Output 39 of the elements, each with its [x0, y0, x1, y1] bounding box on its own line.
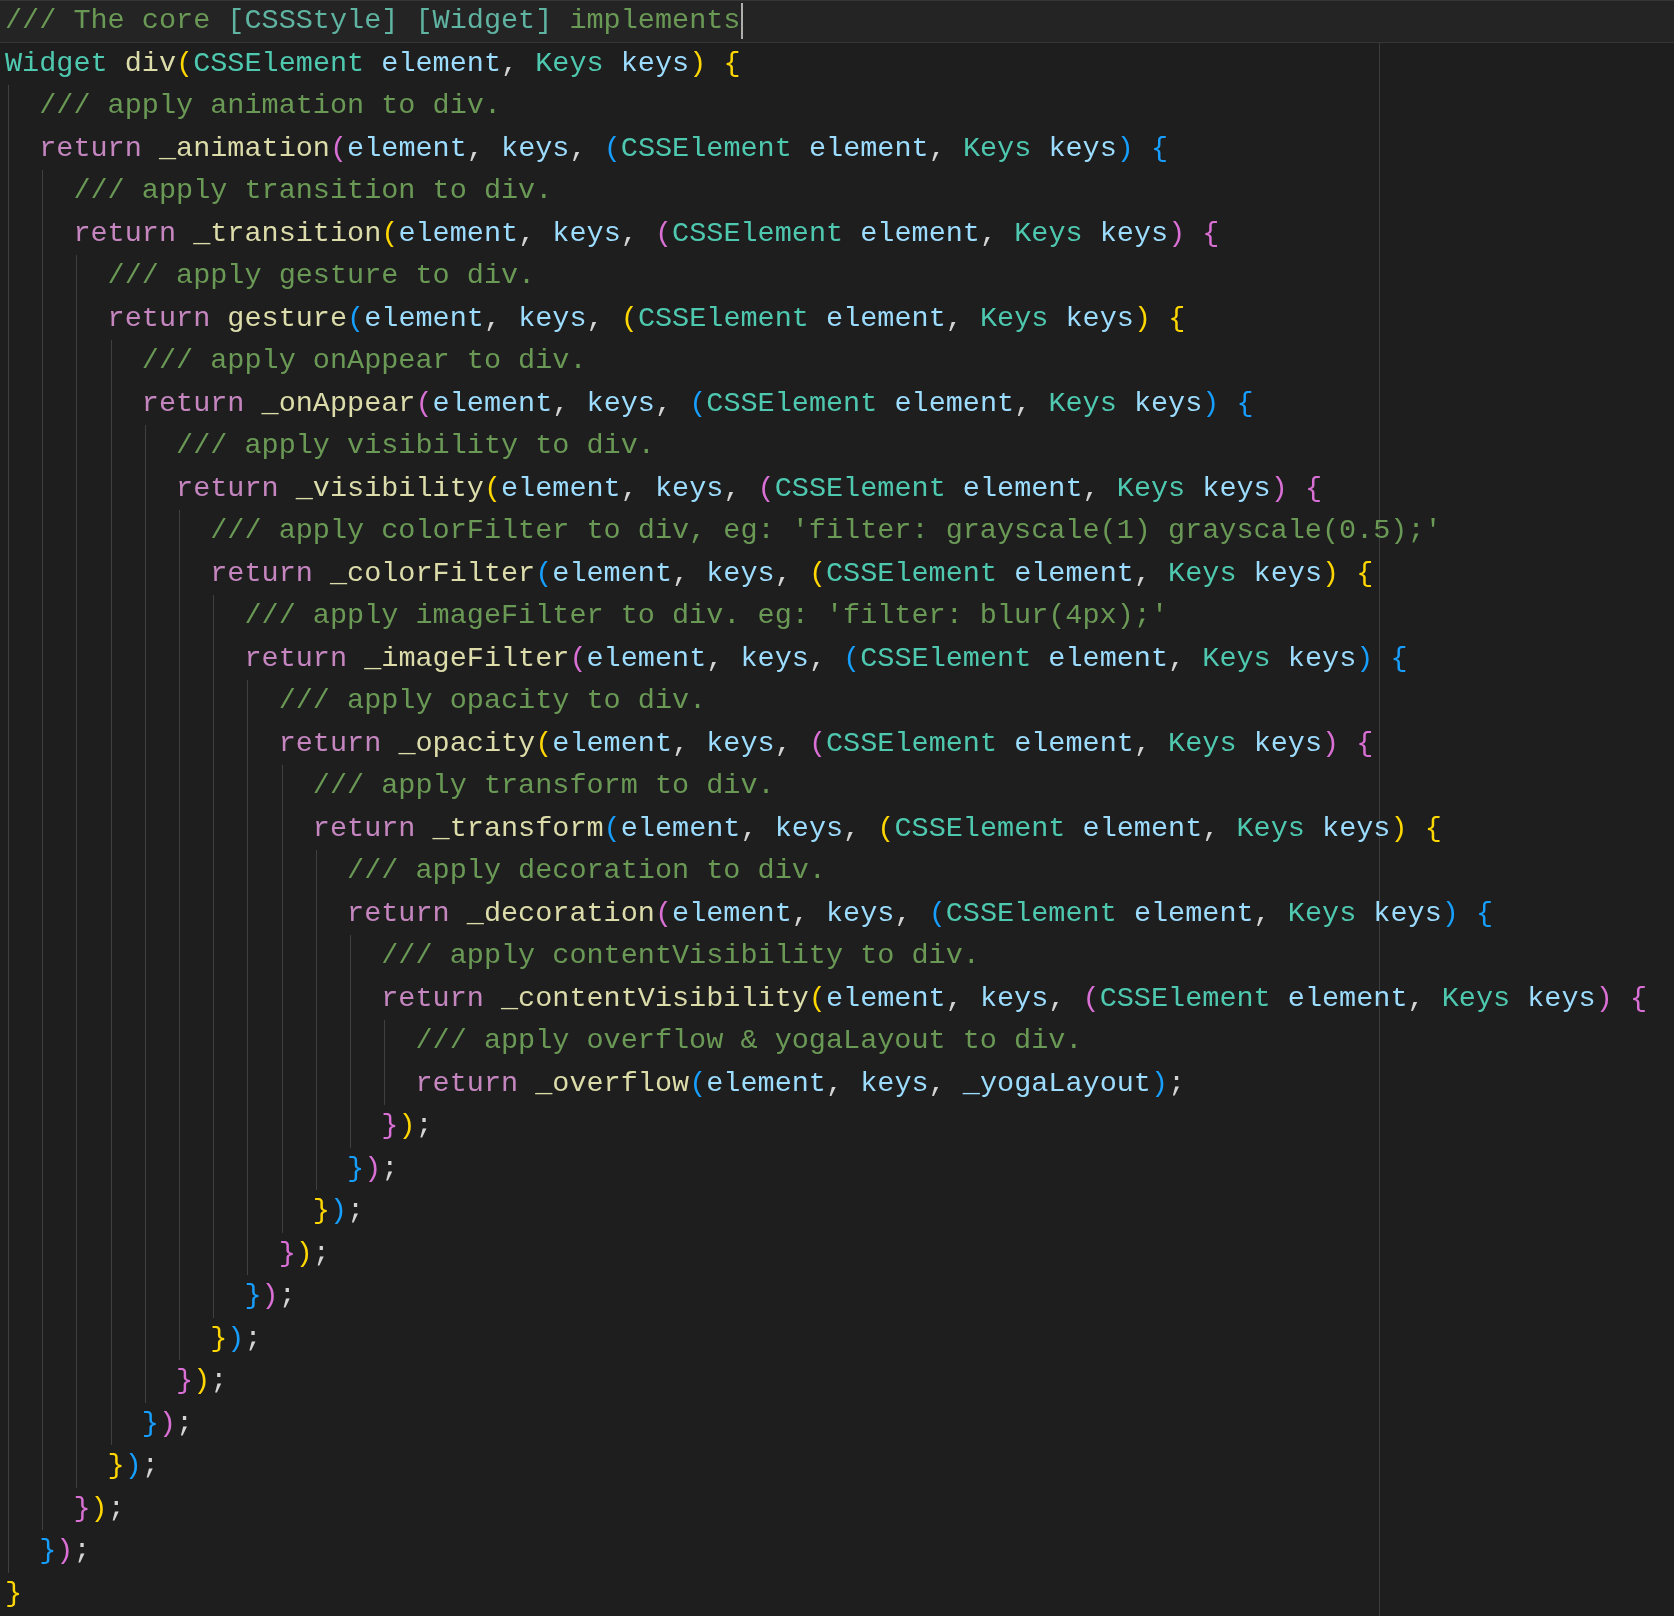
- code-line: /// apply overflow & yogaLayout to div.: [414, 1024, 1083, 1057]
- code-line: /// apply decoration to div.: [346, 854, 826, 887]
- code-line: /// apply opacity to div.: [277, 684, 707, 717]
- code-line: Widget div(CSSElement element, Keys keys) {: [5, 46, 741, 80]
- code-line: /// apply transform to div.: [311, 769, 775, 802]
- code-line: }: [5, 1576, 23, 1610]
- code-line: return _onAppear(element, keys, (CSSElement element, Keys keys) {: [140, 386, 1254, 420]
- code-line: /// apply onAppear to div.: [140, 344, 587, 377]
- code-line: });: [140, 1406, 194, 1440]
- code-line: /// apply colorFilter to div, eg: 'filter: grayscale(1) grayscale(0.5);': [209, 514, 1442, 547]
- code-line: });: [72, 1491, 125, 1525]
- code-line: return _overflow(element, keys, _yogaLayout);: [414, 1066, 1186, 1100]
- code-line: });: [380, 1109, 433, 1142]
- code-line: return _animation(element, keys, (CSSElement element, Keys keys) {: [38, 131, 1169, 165]
- code-line: return _imageFilter(element, keys, (CSSElement element, Keys keys) {: [243, 641, 1408, 675]
- code-line: return _colorFilter(element, keys, (CSSElement element, Keys keys) {: [209, 556, 1374, 590]
- code-line: });: [243, 1279, 296, 1312]
- code-line: /// apply contentVisibility to div.: [380, 939, 980, 972]
- code-line: });: [106, 1449, 159, 1482]
- code-line: return gesture(element, keys, (CSSElement element, Keys keys) {: [106, 301, 1186, 335]
- code-line: return _decoration(element, keys, (CSSElement element, Keys keys) {: [346, 896, 1494, 930]
- code-line: });: [346, 1151, 399, 1185]
- code-line: return _transform(element, keys, (CSSElement element, Keys keys) {: [311, 811, 1442, 845]
- code-line: /// apply animation to div.: [38, 89, 501, 122]
- code-line: });: [209, 1321, 262, 1355]
- code-line: });: [277, 1236, 330, 1270]
- code-line: });: [38, 1534, 91, 1567]
- code-line: return _transition(element, keys, (CSSElement element, Keys keys) {: [72, 216, 1220, 250]
- code-line: });: [311, 1194, 365, 1227]
- code-line: /// apply visibility to div.: [175, 429, 655, 462]
- code-line: /// apply imageFilter to div. eg: 'filter: blur(4px);': [243, 599, 1168, 632]
- code-line: });: [175, 1364, 228, 1397]
- code-line: /// apply gesture to div.: [106, 259, 536, 292]
- code-line: return _contentVisibility(element, keys, (CSSElement element, Keys keys) {: [380, 981, 1647, 1015]
- code-line: return _visibility(element, keys, (CSSElement element, Keys keys) {: [175, 471, 1323, 505]
- code-line: /// apply transition to div.: [72, 174, 553, 207]
- text-cursor: [741, 3, 744, 39]
- code-line: /// The core [CSSStyle] [Widget] implements: [5, 4, 741, 37]
- code-line: return _opacity(element, keys, (CSSElement element, Keys keys) {: [277, 726, 1374, 760]
